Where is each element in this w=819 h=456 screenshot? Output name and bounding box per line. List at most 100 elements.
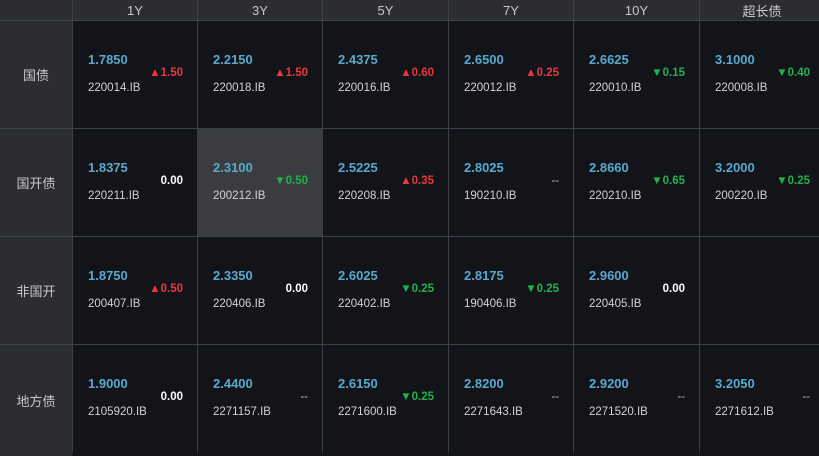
column-header-5y[interactable]: 5Y — [323, 0, 448, 20]
bond-code: 220210.IB — [589, 190, 642, 202]
yield-value: 2.8660 — [589, 160, 629, 175]
bond-code: 220012.IB — [464, 82, 517, 94]
change-value: 0.00 — [160, 175, 183, 187]
bond-code: 200212.IB — [213, 190, 266, 202]
bond-cell[interactable] — [700, 237, 819, 344]
bond-code: 220406.IB — [213, 298, 266, 310]
yield-value: 1.9000 — [88, 376, 128, 391]
change-value: -- — [551, 175, 559, 187]
change-value: -- — [300, 391, 308, 403]
bond-cell[interactable]: 1.8375 0.00 220211.IB — [73, 129, 197, 236]
column-header-10y[interactable]: 10Y — [574, 0, 699, 20]
bond-cell[interactable]: 2.6500 ▲0.25 220012.IB — [449, 21, 573, 128]
yield-value: 2.9600 — [589, 268, 629, 283]
yield-grid: 1Y 3Y 5Y 7Y 10Y 超长债 国债 1.7850 ▲1.50 220014.… — [0, 0, 819, 456]
bond-code: 220211.IB — [88, 190, 140, 202]
bond-code: 220016.IB — [338, 82, 391, 94]
column-header-3y[interactable]: 3Y — [198, 0, 322, 20]
change-value: ▲0.25 — [525, 67, 559, 79]
change-value: ▲1.50 — [274, 67, 308, 79]
change-value: -- — [802, 391, 810, 403]
bond-cell[interactable]: 2.4400 -- 2271157.IB — [198, 345, 322, 456]
bond-code: 2271520.IB — [589, 406, 648, 418]
change-value: ▼0.65 — [651, 175, 685, 187]
bond-code: 2271600.IB — [338, 406, 397, 418]
bond-code: 2271643.IB — [464, 406, 523, 418]
change-value: ▲1.50 — [149, 67, 183, 79]
bond-cell[interactable]: 2.8175 ▼0.25 190406.IB — [449, 237, 573, 344]
column-header-ultra-long[interactable]: 超长债 — [700, 0, 819, 20]
bond-cell[interactable]: 2.8660 ▼0.65 220210.IB — [574, 129, 699, 236]
yield-value: 2.5225 — [338, 160, 378, 175]
bond-code: 220008.IB — [715, 82, 768, 94]
row-header-cdb[interactable]: 国开债 — [0, 129, 72, 236]
yield-value: 3.2000 — [715, 160, 755, 175]
bond-code: 200220.IB — [715, 190, 768, 202]
bond-cell[interactable]: 2.8025 -- 190210.IB — [449, 129, 573, 236]
yield-value: 2.3100 — [213, 160, 253, 175]
bond-code: 2271157.IB — [213, 406, 271, 418]
yield-value: 2.6025 — [338, 268, 378, 283]
bond-code: 200407.IB — [88, 298, 141, 310]
change-value: -- — [677, 391, 685, 403]
bond-code: 2105920.IB — [88, 406, 147, 418]
bond-cell[interactable]: 2.9200 -- 2271520.IB — [574, 345, 699, 456]
bond-cell[interactable]: 2.2150 ▲1.50 220018.IB — [198, 21, 322, 128]
bond-cell[interactable]: 2.4375 ▲0.60 220016.IB — [323, 21, 448, 128]
bond-cell[interactable]: 3.2000 ▼0.25 200220.IB — [700, 129, 819, 236]
bond-cell[interactable]: 3.1000 ▼0.40 220008.IB — [700, 21, 819, 128]
change-value: ▼0.50 — [274, 175, 308, 187]
change-value: 0.00 — [662, 283, 685, 295]
bond-code: 220018.IB — [213, 82, 266, 94]
yield-value: 1.7850 — [88, 52, 128, 67]
change-value: ▲0.60 — [400, 67, 434, 79]
bond-cell[interactable]: 2.6150 ▼0.25 2271600.IB — [323, 345, 448, 456]
change-value: ▼0.25 — [525, 283, 559, 295]
yield-value: 2.6150 — [338, 376, 378, 391]
bond-cell[interactable]: 2.6625 ▼0.15 220010.IB — [574, 21, 699, 128]
bond-code: 190210.IB — [464, 190, 517, 202]
yield-value: 2.6625 — [589, 52, 629, 67]
yield-value: 2.3350 — [213, 268, 253, 283]
bond-code: 220208.IB — [338, 190, 391, 202]
yield-value: 1.8750 — [88, 268, 128, 283]
bond-code: 2271612.IB — [715, 406, 774, 418]
bond-cell[interactable]: 2.5225 ▲0.35 220208.IB — [323, 129, 448, 236]
bond-code: 190406.IB — [464, 298, 517, 310]
change-value: ▼0.25 — [776, 175, 810, 187]
column-header-7y[interactable]: 7Y — [449, 0, 573, 20]
change-value: ▲0.50 — [149, 283, 183, 295]
bond-code: 220405.IB — [589, 298, 642, 310]
bond-cell[interactable]: 2.3100 ▼0.50 200212.IB — [198, 129, 322, 236]
row-header-non-cdb[interactable]: 非国开 — [0, 237, 72, 344]
bond-cell[interactable]: 2.3350 0.00 220406.IB — [198, 237, 322, 344]
bond-code: 220014.IB — [88, 82, 141, 94]
bond-cell[interactable]: 2.9600 0.00 220405.IB — [574, 237, 699, 344]
change-value: ▲0.35 — [400, 175, 434, 187]
bond-cell[interactable]: 3.2050 -- 2271612.IB — [700, 345, 819, 456]
change-value: ▼0.15 — [651, 67, 685, 79]
yield-value: 2.6500 — [464, 52, 504, 67]
bond-cell[interactable]: 1.7850 ▲1.50 220014.IB — [73, 21, 197, 128]
bond-code: 220010.IB — [589, 82, 642, 94]
row-header-treasury[interactable]: 国债 — [0, 21, 72, 128]
yield-value: 1.8375 — [88, 160, 128, 175]
bond-cell[interactable]: 1.8750 ▲0.50 200407.IB — [73, 237, 197, 344]
yield-value: 2.8025 — [464, 160, 504, 175]
yield-value: 2.4400 — [213, 376, 253, 391]
yield-value: 2.8200 — [464, 376, 504, 391]
change-value: ▼0.40 — [776, 67, 810, 79]
change-value: ▼0.25 — [400, 391, 434, 403]
yield-value: 2.8175 — [464, 268, 504, 283]
bond-cell[interactable]: 1.9000 0.00 2105920.IB — [73, 345, 197, 456]
change-value: ▼0.25 — [400, 283, 434, 295]
row-header-local-gov[interactable]: 地方债 — [0, 345, 72, 456]
change-value: 0.00 — [160, 391, 183, 403]
bond-cell[interactable]: 2.8200 -- 2271643.IB — [449, 345, 573, 456]
yield-value: 2.9200 — [589, 376, 629, 391]
yield-value: 2.2150 — [213, 52, 253, 67]
column-header-1y[interactable]: 1Y — [73, 0, 197, 20]
bond-cell[interactable]: 2.6025 ▼0.25 220402.IB — [323, 237, 448, 344]
change-value: -- — [551, 391, 559, 403]
yield-value: 3.1000 — [715, 52, 755, 67]
